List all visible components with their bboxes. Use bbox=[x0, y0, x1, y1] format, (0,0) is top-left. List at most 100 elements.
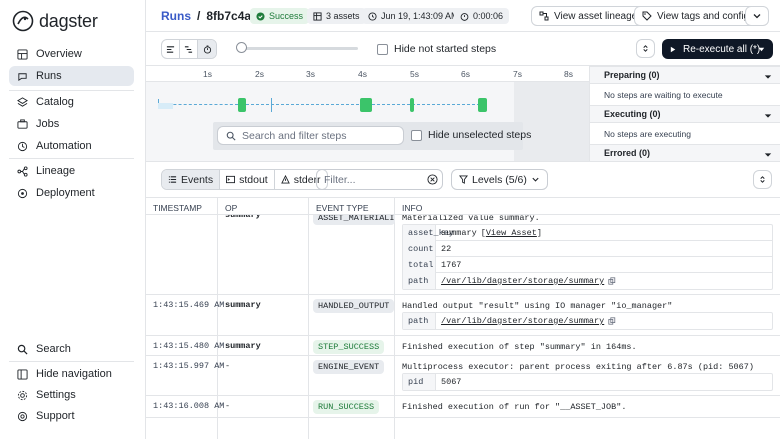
metadata-key: count bbox=[403, 241, 436, 257]
levels-dropdown[interactable]: Levels (5/6) bbox=[451, 169, 548, 190]
sidebar-item-lineage[interactable]: Lineage bbox=[9, 161, 134, 181]
check-circle-icon bbox=[256, 11, 265, 21]
gantt-step-bar[interactable] bbox=[478, 98, 487, 112]
table-row[interactable]: summary ASSET_MATERIALI... Materialized … bbox=[146, 215, 780, 295]
reexecute-icon bbox=[670, 46, 676, 52]
clear-icon[interactable] bbox=[427, 174, 438, 185]
expand-logs-button[interactable] bbox=[753, 170, 772, 189]
errored-section-header[interactable]: Errored (0) bbox=[590, 144, 780, 162]
hide-not-started-checkbox[interactable]: Hide not started steps bbox=[377, 43, 496, 55]
view-tags-config-button[interactable]: View tags and config bbox=[634, 6, 758, 26]
tab-events[interactable]: Events bbox=[162, 170, 221, 189]
checkbox-box[interactable] bbox=[377, 43, 388, 55]
sidebar-item-deployment[interactable]: Deployment bbox=[9, 183, 134, 203]
sidebar-item-runs[interactable]: Runs bbox=[9, 66, 134, 86]
row-op: summary bbox=[225, 300, 261, 310]
row-op: - bbox=[225, 361, 231, 371]
chevron-down-icon bbox=[764, 153, 772, 157]
link-text[interactable]: View Asset bbox=[486, 228, 537, 238]
view-timed-button[interactable] bbox=[198, 40, 216, 58]
dagster-logo[interactable]: dagster bbox=[12, 10, 98, 32]
path-link[interactable]: /var/lib/dagster/storage/summary bbox=[441, 316, 604, 326]
status-badge: Success bbox=[250, 8, 310, 24]
jobs-icon bbox=[17, 118, 28, 129]
warning-icon bbox=[280, 175, 290, 184]
sidebar-item-jobs[interactable]: Jobs bbox=[9, 114, 134, 134]
expand-toggle-button[interactable] bbox=[636, 39, 655, 58]
view-asset-link[interactable]: [View Asset] bbox=[481, 228, 542, 238]
metadata-row: path /var/lib/dagster/storage/summary bbox=[403, 273, 772, 289]
log-filter-input[interactable]: Filter... bbox=[316, 169, 443, 190]
axis-tick: 2s bbox=[255, 69, 264, 79]
table-row[interactable]: 1:43:15.480 AM summary STEP_SUCCESS Fini… bbox=[146, 336, 780, 356]
column-header-timestamp[interactable]: TIMESTAMP bbox=[153, 203, 202, 213]
copy-icon[interactable] bbox=[608, 277, 616, 285]
gantt-time-axis: 1s 2s 3s 4s 5s 6s 7s 8s bbox=[146, 66, 589, 82]
axis-tick: 1s bbox=[203, 69, 212, 79]
column-header-op[interactable]: OP bbox=[225, 203, 237, 213]
sidebar-item-support[interactable]: Support bbox=[9, 406, 134, 426]
sidebar-item-label: Automation bbox=[36, 140, 92, 152]
copy-icon[interactable] bbox=[608, 317, 616, 325]
table-row[interactable]: 1:43:16.008 AM - RUN_SUCCESS Finished ex… bbox=[146, 396, 780, 418]
preparing-section-header[interactable]: Preparing (0) bbox=[590, 66, 780, 84]
sidebar-item-settings[interactable]: Settings bbox=[9, 385, 134, 405]
gantt-toolbar: Hide not started steps Re-execute all (*… bbox=[146, 32, 780, 66]
waterfall-icon bbox=[184, 45, 193, 53]
sidebar-item-label: Hide navigation bbox=[36, 368, 112, 380]
metadata-key: path bbox=[403, 313, 436, 329]
filter-placeholder: Filter... bbox=[324, 173, 356, 186]
table-row[interactable]: 1:43:15.469 AM summary HANDLED_OUTPUT Ha… bbox=[146, 295, 780, 336]
tab-label: Events bbox=[181, 173, 214, 186]
column-header-info[interactable]: INFO bbox=[402, 203, 422, 213]
sidebar-item-hide-navigation[interactable]: Hide navigation bbox=[9, 364, 134, 384]
metadata-row: path /var/lib/dagster/storage/summary bbox=[403, 313, 772, 329]
overview-icon bbox=[17, 48, 28, 60]
timer-icon bbox=[460, 12, 469, 21]
breadcrumb: Runs / 8fb7c4ac bbox=[161, 9, 258, 23]
sidebar-item-search[interactable]: Search bbox=[9, 339, 134, 359]
terminal-icon bbox=[226, 175, 236, 184]
event-type-badge: RUN_SUCCESS bbox=[313, 400, 380, 414]
search-placeholder: Search and filter steps bbox=[242, 129, 347, 142]
more-options-button[interactable] bbox=[745, 6, 769, 26]
sidebar-divider bbox=[9, 158, 134, 159]
path-link[interactable]: /var/lib/dagster/storage/summary bbox=[441, 276, 604, 286]
view-flat-button[interactable] bbox=[162, 40, 180, 58]
row-timestamp: 1:43:15.480 AM bbox=[153, 341, 225, 351]
table-row[interactable]: 1:43:15.997 AM - ENGINE_EVENT Multiproce… bbox=[146, 356, 780, 396]
executing-section-header[interactable]: Executing (0) bbox=[590, 105, 780, 123]
caret-down-icon[interactable] bbox=[757, 45, 766, 54]
section-title: Preparing (0) bbox=[604, 70, 660, 80]
tab-stdout[interactable]: stdout bbox=[220, 170, 275, 189]
date-tag: Jun 19, 1:43:09 AM bbox=[362, 8, 465, 24]
checkbox-box[interactable] bbox=[411, 129, 422, 141]
zoom-slider-track[interactable] bbox=[238, 47, 358, 50]
view-waterfall-button[interactable] bbox=[180, 40, 198, 58]
sidebar-item-catalog[interactable]: Catalog bbox=[9, 92, 134, 112]
breadcrumb-runs-link[interactable]: Runs bbox=[161, 9, 191, 23]
row-op: summary bbox=[225, 341, 261, 351]
button-label: Re-execute all (*) bbox=[683, 43, 761, 55]
sidebar-item-automation[interactable]: Automation bbox=[9, 136, 134, 156]
column-header-event-type[interactable]: EVENT TYPE bbox=[316, 203, 369, 213]
sidebar-item-overview[interactable]: Overview bbox=[9, 44, 134, 64]
zoom-slider-thumb[interactable] bbox=[236, 42, 247, 53]
reexecute-all-button[interactable]: Re-execute all (*) bbox=[662, 39, 773, 59]
row-timestamp: 1:43:15.997 AM bbox=[153, 361, 225, 371]
gantt-step-bar[interactable] bbox=[360, 98, 372, 112]
chevron-down-icon bbox=[764, 75, 772, 79]
filter-icon bbox=[459, 175, 468, 184]
gantt-step-bar[interactable] bbox=[238, 98, 246, 112]
sidebar: dagster Overview Runs Catalog Jobs Autom… bbox=[0, 0, 146, 439]
gantt-dependency-line bbox=[246, 104, 359, 105]
gantt-step-bar[interactable] bbox=[410, 98, 414, 112]
view-asset-lineage-button[interactable]: View asset lineage bbox=[531, 6, 646, 26]
step-search-input[interactable]: Search and filter steps bbox=[217, 126, 404, 145]
hide-unselected-checkbox[interactable]: Hide unselected steps bbox=[411, 129, 531, 141]
levels-label: Levels (5/6) bbox=[472, 173, 527, 186]
axis-tick: 5s bbox=[410, 69, 419, 79]
assets-tag[interactable]: 3 assets bbox=[307, 8, 366, 24]
dagster-logo-icon bbox=[12, 10, 34, 32]
list-icon bbox=[166, 45, 175, 53]
